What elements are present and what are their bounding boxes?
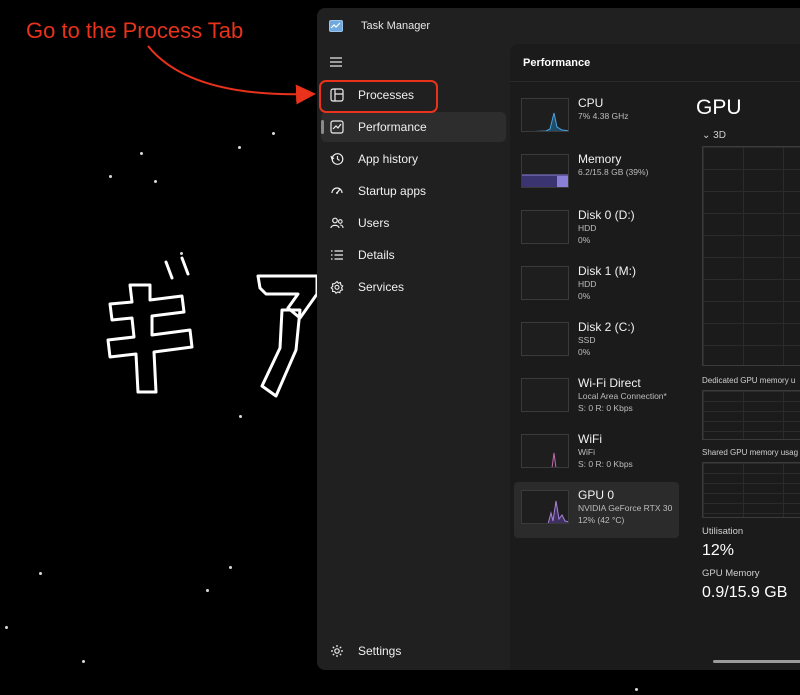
annotation-arrow	[147, 45, 316, 105]
